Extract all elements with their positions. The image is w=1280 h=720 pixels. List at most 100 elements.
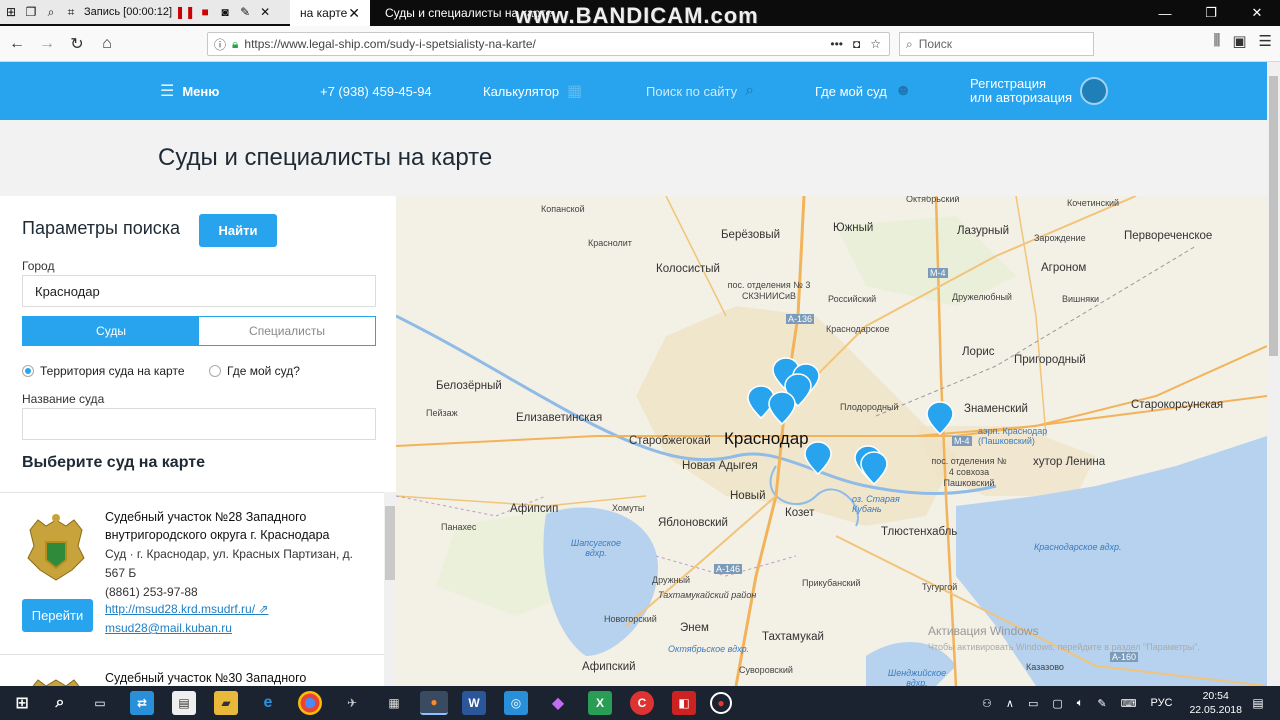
people-icon[interactable]: ⚇ bbox=[982, 697, 992, 710]
browser-search-input[interactable]: ⌕ Поиск bbox=[899, 32, 1094, 56]
record-icon[interactable]: ● bbox=[710, 692, 732, 714]
crop-icon[interactable]: ⌗ bbox=[64, 5, 78, 19]
calculator-icon[interactable]: ▦ bbox=[382, 691, 406, 715]
city-label: Город bbox=[22, 259, 55, 273]
taskbar: ⊞ ⌕ ▭ ⇄ ▤ ▰ e ✈ ▦ ● W ◎ ◆ X C ◧ ● ⚇ ∧ ▭ … bbox=[0, 686, 1280, 720]
close-tab-icon[interactable]: ✕ bbox=[348, 5, 360, 22]
register-line2: или авторизация bbox=[970, 90, 1073, 105]
chrome-icon[interactable] bbox=[298, 691, 322, 715]
address-bar[interactable]: ⓘ 🔒︎ https://www.legal-ship.com/sudy-i-s… bbox=[207, 32, 890, 56]
map-view[interactable]: Копанской Краснолит Берёзовый Южный Лазу… bbox=[396, 196, 1267, 686]
window-icon[interactable]: ❐ bbox=[24, 5, 38, 19]
map-label: Панахес bbox=[441, 522, 477, 532]
menu-button[interactable]: ☰ Меню bbox=[160, 62, 219, 120]
app-icon[interactable]: ✈ bbox=[340, 691, 364, 715]
more-icon[interactable]: ••• bbox=[830, 37, 843, 51]
close-window-icon[interactable]: ✕ bbox=[1234, 0, 1280, 26]
where-court-label: Где мой суд bbox=[815, 83, 887, 99]
hamburger-icon: ☰ bbox=[160, 83, 175, 100]
where-court-link[interactable]: Где мой суд ☻ bbox=[815, 62, 912, 120]
calculator-link[interactable]: Калькулятор ▦ bbox=[483, 62, 582, 120]
map-label: Дружелюбный bbox=[952, 292, 1012, 302]
pause-icon[interactable]: ❚❚ bbox=[175, 5, 195, 19]
map-label: Пейзаж bbox=[426, 408, 458, 418]
clock[interactable]: 20:54 22.05.2018 bbox=[1189, 689, 1242, 717]
back-icon[interactable]: ← bbox=[4, 31, 30, 57]
site-search-input[interactable]: Поиск по сайту ⌕ bbox=[646, 62, 754, 120]
stop-icon[interactable]: ■ bbox=[198, 5, 212, 19]
task-view-icon[interactable]: ▭ bbox=[88, 691, 112, 715]
page-scrollbar[interactable] bbox=[1267, 62, 1280, 686]
site-header: ☰ Меню +7 (938) 459-45-94 Калькулятор ▦ … bbox=[0, 62, 1267, 120]
find-button[interactable]: Найти bbox=[199, 214, 277, 247]
notifications-icon[interactable]: ▤ bbox=[1246, 691, 1270, 715]
bookmark-icon[interactable]: ☆ bbox=[870, 37, 881, 51]
library-icon[interactable]: ⫼ bbox=[1213, 32, 1220, 50]
tab-specialists[interactable]: Специалисты bbox=[199, 317, 375, 345]
search-panel: Параметры поиска Найти Город Краснодар С… bbox=[0, 196, 396, 686]
map-label: аэрп. Краснодар (Пашковский) bbox=[978, 426, 1048, 446]
edge-icon[interactable]: e bbox=[256, 691, 280, 715]
map-label: Казазово bbox=[1026, 662, 1064, 672]
entry-title: Судебный участок №28 Западного внутригор… bbox=[105, 510, 330, 542]
site-search-placeholder: Поиск по сайту bbox=[646, 83, 738, 99]
radio-territory[interactable]: Территория суда на карте bbox=[22, 364, 185, 378]
word-icon[interactable]: W bbox=[462, 691, 486, 715]
search-icon[interactable]: ⌕ bbox=[48, 691, 72, 715]
system-tray: ⚇ ∧ ▭ ▢ 🔈︎ ✎ ⌨ РУС bbox=[982, 686, 1173, 720]
forward-icon[interactable]: → bbox=[34, 31, 60, 57]
restore-icon[interactable]: ❐ bbox=[1188, 0, 1234, 26]
hamburger-icon[interactable]: ☰ bbox=[1259, 32, 1272, 50]
entry-email-link[interactable]: msud28@mail.kuban.ru bbox=[105, 621, 232, 635]
camera-icon[interactable]: ◙ bbox=[218, 5, 232, 19]
browser-tab-strip: ⊞ ❐ ⌕ ⌗ Запись [00:00:12] ❚❚ ■ ◙ ✎ ✕ на … bbox=[0, 0, 1280, 28]
entry-site-link[interactable]: http://msud28.krd.msudrf.ru/ ⇗ bbox=[105, 602, 268, 616]
outlook-icon[interactable]: ◎ bbox=[504, 691, 528, 715]
external-link-icon: ⇗ bbox=[258, 602, 269, 616]
language-indicator[interactable]: РУС bbox=[1150, 697, 1172, 709]
show-hidden-icon[interactable]: ∧ bbox=[1006, 697, 1014, 710]
app-red-icon[interactable]: ◧ bbox=[672, 691, 696, 715]
map-label: Вишняки bbox=[1062, 294, 1100, 304]
pen-icon[interactable]: ✎ bbox=[1097, 697, 1106, 710]
court-name-field[interactable] bbox=[22, 408, 376, 440]
pencil-icon[interactable]: ✎ bbox=[238, 5, 252, 19]
type-switch: Суды Специалисты bbox=[22, 316, 376, 346]
maps-icon[interactable]: ◆ bbox=[546, 691, 570, 715]
ccleaner-icon[interactable]: C bbox=[630, 691, 654, 715]
battery-icon[interactable]: ▭ bbox=[1028, 697, 1038, 710]
volume-icon[interactable]: 🔈︎ bbox=[1077, 697, 1084, 710]
tab-courts[interactable]: Суды bbox=[23, 317, 199, 345]
map-label: Краснодарское bbox=[826, 324, 890, 334]
phone-link[interactable]: +7 (938) 459-45-94 bbox=[320, 62, 432, 120]
excel-icon[interactable]: X bbox=[588, 691, 612, 715]
entry-address: Суд · г. Краснодар, ул. Красных Партизан… bbox=[105, 547, 353, 580]
radio-where-court[interactable]: Где мой суд? bbox=[209, 364, 300, 378]
windows-icon[interactable]: ⊞ bbox=[4, 5, 18, 19]
search-icon[interactable]: ⌕ bbox=[44, 5, 58, 19]
start-icon[interactable]: ⊞ bbox=[10, 691, 34, 715]
close-icon[interactable]: ✕ bbox=[258, 5, 272, 19]
firefox-icon[interactable]: ● bbox=[420, 691, 448, 715]
recorder-toolbar: ⊞ ❐ ⌕ ⌗ Запись [00:00:12] ❚❚ ■ ◙ ✎ ✕ bbox=[0, 0, 290, 24]
home-icon[interactable]: ⌂ bbox=[94, 31, 120, 57]
network-icon[interactable]: ▢ bbox=[1052, 697, 1062, 710]
avatar bbox=[1080, 77, 1109, 105]
notepad-icon[interactable]: ▤ bbox=[172, 691, 196, 715]
reload-icon[interactable]: ↻ bbox=[64, 31, 90, 57]
keyboard-icon[interactable]: ⌨ bbox=[1121, 697, 1137, 710]
page-scrollbar-thumb[interactable] bbox=[1269, 76, 1278, 356]
sidebar-icon[interactable]: ▣ bbox=[1232, 32, 1246, 50]
info-icon[interactable]: ⓘ bbox=[214, 36, 226, 53]
title-band: Суды и специалисты на карте bbox=[0, 120, 1267, 196]
tab-active[interactable]: на карте ✕ bbox=[290, 0, 370, 26]
minimize-icon[interactable]: — bbox=[1142, 0, 1188, 26]
list-scrollbar-thumb[interactable] bbox=[385, 506, 395, 580]
register-link[interactable]: Регистрация или авторизация bbox=[970, 62, 1109, 120]
city-field[interactable]: Краснодар bbox=[22, 275, 376, 307]
teamviewer-icon[interactable]: ⇄ bbox=[130, 691, 154, 715]
pocket-icon[interactable]: ◘ bbox=[853, 37, 860, 51]
explorer-icon[interactable]: ▰ bbox=[214, 691, 238, 715]
go-button[interactable]: Перейти bbox=[22, 599, 93, 632]
map-label: Лазурный bbox=[957, 225, 1010, 237]
